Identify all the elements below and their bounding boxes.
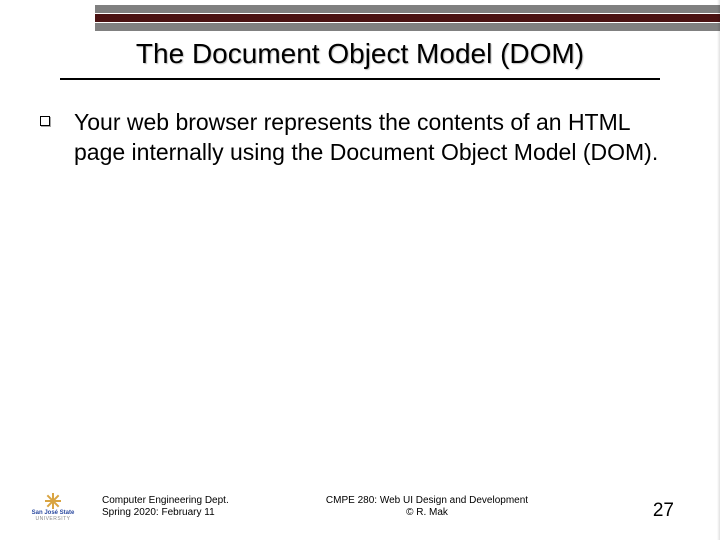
footer-dept: Computer Engineering Dept.	[102, 495, 272, 508]
logo-star-icon	[45, 493, 61, 509]
logo-sublabel: UNIVERSITY	[24, 516, 82, 522]
body-content: Your web browser represents the contents…	[40, 108, 680, 168]
page-number: 27	[653, 500, 674, 522]
title-underline	[60, 78, 660, 80]
bullet-marker-icon	[40, 116, 50, 126]
band-maroon	[95, 13, 720, 22]
footer-course: CMPE 280: Web UI Design and Development	[302, 495, 552, 508]
footer-center: CMPE 280: Web UI Design and Development …	[302, 495, 552, 520]
title-section: The Document Object Model (DOM)	[0, 30, 720, 80]
footer-date: Spring 2020: February 11	[102, 507, 272, 520]
university-logo: San José State UNIVERSITY	[24, 493, 82, 522]
header-bands	[95, 4, 720, 31]
bullet-text: Your web browser represents the contents…	[74, 108, 680, 168]
band-gray-1	[95, 4, 720, 13]
slide-title: The Document Object Model (DOM)	[60, 30, 660, 76]
bullet-item: Your web browser represents the contents…	[40, 108, 680, 168]
footer-left: Computer Engineering Dept. Spring 2020: …	[102, 495, 272, 520]
footer: San José State UNIVERSITY Computer Engin…	[0, 493, 720, 522]
footer-copyright: © R. Mak	[302, 507, 552, 520]
